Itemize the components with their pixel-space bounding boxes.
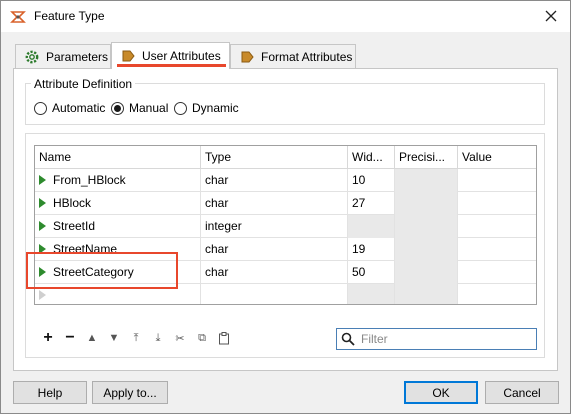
width-cell[interactable]: 27	[348, 192, 395, 215]
precision-cell[interactable]	[395, 238, 458, 261]
attribute-arrow-icon	[122, 50, 135, 62]
fme-app-icon	[10, 11, 26, 23]
apply-to-button[interactable]: Apply to...	[92, 381, 168, 404]
radio-manual[interactable]: Manual	[111, 101, 168, 115]
window-title: Feature Type	[34, 9, 105, 23]
close-icon[interactable]	[542, 7, 560, 25]
highlight-box	[26, 252, 178, 289]
precision-cell[interactable]	[395, 192, 458, 215]
attribute-toolbar: + − ▲ ▼ ⤒ ⤓ ✂ ⧉	[37, 327, 235, 349]
name-cell[interactable]: HBlock	[35, 192, 201, 215]
paste-icon[interactable]	[213, 327, 235, 349]
value-cell[interactable]	[458, 192, 536, 215]
name-text: HBlock	[53, 196, 92, 210]
title-bar: Feature Type	[1, 1, 570, 32]
attribute-definition-legend: Attribute Definition	[31, 77, 136, 91]
help-button[interactable]: Help	[13, 381, 87, 404]
column-header-type[interactable]: Type	[201, 146, 348, 169]
move-down-icon[interactable]: ▼	[103, 327, 125, 349]
precision-cell[interactable]	[395, 284, 458, 304]
width-cell[interactable]	[348, 215, 395, 238]
radio-label: Automatic	[52, 101, 106, 115]
value-cell[interactable]	[458, 238, 536, 261]
tab-parameters[interactable]: Parameters	[15, 44, 111, 68]
name-text: From_HBlock	[53, 173, 126, 187]
name-cell[interactable]: StreetId	[35, 215, 201, 238]
type-cell[interactable]: char	[201, 238, 348, 261]
radio-circle	[174, 101, 187, 115]
width-cell[interactable]: 10	[348, 169, 395, 192]
precision-cell[interactable]	[395, 215, 458, 238]
column-header-value[interactable]: Value	[458, 146, 536, 169]
cut-icon[interactable]: ✂	[169, 327, 191, 349]
precision-cell[interactable]	[395, 169, 458, 192]
radio-label: Dynamic	[192, 101, 239, 115]
table-row[interactable]: StreetId integer	[35, 215, 536, 238]
tab-label: User Attributes	[142, 49, 221, 63]
highlight-underline	[117, 64, 226, 67]
search-icon	[341, 332, 355, 346]
value-cell[interactable]	[458, 169, 536, 192]
type-cell[interactable]	[201, 284, 348, 304]
type-cell[interactable]: integer	[201, 215, 348, 238]
width-cell[interactable]: 50	[348, 261, 395, 284]
copy-icon[interactable]: ⧉	[191, 327, 213, 349]
type-cell[interactable]: char	[201, 169, 348, 192]
row-arrow-icon	[39, 175, 46, 185]
add-icon[interactable]: +	[37, 327, 59, 349]
move-up-icon[interactable]: ▲	[81, 327, 103, 349]
move-to-bottom-icon[interactable]: ⤓	[147, 327, 169, 349]
filter-field[interactable]	[336, 328, 537, 350]
cancel-button[interactable]: Cancel	[485, 381, 559, 404]
row-arrow-icon	[39, 221, 46, 231]
radio-label: Manual	[129, 101, 169, 115]
radio-circle-selected	[111, 101, 124, 115]
value-cell[interactable]	[458, 215, 536, 238]
move-to-top-icon[interactable]: ⤒	[125, 327, 147, 349]
column-header-width[interactable]: Wid...	[348, 146, 395, 169]
table-row[interactable]: HBlock char 27	[35, 192, 536, 215]
value-cell[interactable]	[458, 284, 536, 304]
filter-input[interactable]	[359, 331, 529, 347]
radio-automatic[interactable]: Automatic	[34, 101, 105, 115]
column-header-name[interactable]: Name	[35, 146, 201, 169]
gear-icon	[25, 50, 39, 63]
feature-type-dialog: Feature Type Parameters User Attributes …	[0, 0, 571, 414]
radio-dynamic[interactable]: Dynamic	[174, 101, 239, 115]
tab-label: Parameters	[46, 49, 109, 64]
precision-cell[interactable]	[395, 261, 458, 284]
radio-circle	[34, 101, 47, 115]
tab-format-attributes[interactable]: Format Attributes	[230, 44, 356, 68]
paste-icon-glyph	[219, 331, 229, 344]
row-arrow-icon	[39, 290, 46, 300]
type-cell[interactable]: char	[201, 192, 348, 215]
name-text: StreetId	[53, 219, 96, 233]
ok-button[interactable]: OK	[404, 381, 478, 404]
attribute-arrow-icon	[241, 51, 254, 62]
remove-icon[interactable]: −	[59, 327, 81, 349]
table-row[interactable]: From_HBlock char 10	[35, 169, 536, 192]
width-cell[interactable]: 19	[348, 238, 395, 261]
width-cell[interactable]	[348, 284, 395, 304]
column-header-precision[interactable]: Precisi...	[395, 146, 458, 169]
tab-label: Format Attributes	[261, 49, 353, 64]
value-cell[interactable]	[458, 261, 536, 284]
type-cell[interactable]: char	[201, 261, 348, 284]
name-cell[interactable]: From_HBlock	[35, 169, 201, 192]
row-arrow-icon	[39, 198, 46, 208]
table-header: Name Type Wid... Precisi... Value	[35, 146, 536, 169]
